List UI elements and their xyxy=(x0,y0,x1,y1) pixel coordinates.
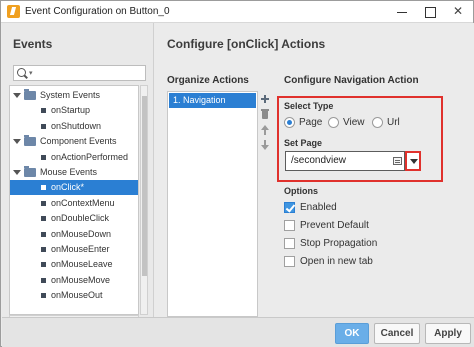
tree-item[interactable]: onContextMenu xyxy=(10,196,138,211)
tree-item[interactable]: onMouseMove xyxy=(10,273,138,288)
organize-actions-label: Organize Actions xyxy=(167,75,249,86)
tree-vertical-scrollbar[interactable] xyxy=(140,85,148,315)
ok-button[interactable]: OK xyxy=(335,323,369,344)
tree-item-label: onShutdown xyxy=(51,120,102,131)
events-panel: Events ▾ System Events onStartup onShutdow… xyxy=(2,23,154,323)
title-bar: Event Configuration on Button_0 ✕ xyxy=(1,1,473,23)
event-icon xyxy=(41,216,46,222)
tree-item-label: Component Events xyxy=(40,136,117,147)
enabled-checkbox[interactable] xyxy=(284,202,295,213)
chevron-down-icon[interactable] xyxy=(13,93,21,98)
tree-folder[interactable]: Mouse Events xyxy=(10,165,138,180)
arrow-down-icon[interactable] xyxy=(258,138,272,152)
events-tree: System Events onStartup onShutdown Componen… xyxy=(9,85,139,315)
event-icon xyxy=(41,293,46,299)
event-icon xyxy=(41,231,46,237)
folder-icon xyxy=(24,135,36,147)
action-item-navigation[interactable]: 1. Navigation xyxy=(169,93,256,108)
tree-item-label: onActionPerformed xyxy=(51,151,129,162)
event-icon xyxy=(41,247,46,252)
actions-list: 1. Navigation xyxy=(167,91,258,317)
actions-title: Configure [onClick] Actions xyxy=(167,37,326,51)
app-logo-icon xyxy=(7,5,20,18)
apply-button[interactable]: Apply xyxy=(425,323,471,344)
page-dropdown-button[interactable] xyxy=(405,151,421,171)
event-icon xyxy=(41,277,46,283)
select-type-label: Select Type xyxy=(284,101,334,111)
prevent-default-checkbox[interactable] xyxy=(284,220,295,231)
actions-panel: Configure [onClick] Actions Organize Act… xyxy=(155,23,474,317)
dialog-footer: OK Cancel Apply xyxy=(2,317,474,347)
event-configuration-window: Event Configuration on Button_0 ✕ Events… xyxy=(0,0,474,347)
maximize-icon[interactable] xyxy=(417,3,443,20)
folder-icon xyxy=(24,166,36,177)
page-path-value: /secondview xyxy=(291,155,347,166)
tree-item[interactable]: onStartup xyxy=(10,103,138,118)
event-icon xyxy=(41,200,46,206)
tree-item-label: onMouseOut xyxy=(51,290,103,301)
cancel-button[interactable]: Cancel xyxy=(374,323,420,344)
event-icon xyxy=(41,262,46,268)
options-label: Options xyxy=(284,186,318,196)
event-icon xyxy=(41,108,46,114)
tree-item-label: onDoubleClick xyxy=(51,213,110,224)
set-page-label: Set Page xyxy=(284,138,323,148)
tree-item[interactable]: onShutdown xyxy=(10,119,138,134)
tree-item[interactable]: onDoubleClick xyxy=(10,211,138,226)
open-new-tab-checkbox[interactable] xyxy=(284,256,295,267)
event-icon xyxy=(41,123,46,129)
chevron-down-icon[interactable]: ▾ xyxy=(29,69,33,77)
tree-item[interactable]: onMouseOut xyxy=(10,288,138,303)
stop-propagation-checkbox[interactable] xyxy=(284,238,295,249)
tree-item-label: onMouseEnter xyxy=(51,244,110,254)
folder-icon xyxy=(24,89,36,100)
tree-item-label: onContextMenu xyxy=(51,197,115,208)
search-icon xyxy=(17,68,26,77)
trash-icon[interactable] xyxy=(258,107,272,121)
tree-item[interactable]: onMouseEnter xyxy=(10,242,138,257)
tree-item[interactable]: onActionPerformed xyxy=(10,150,138,165)
arrow-up-icon[interactable] xyxy=(258,123,272,137)
tree-item[interactable]: onMouseDown xyxy=(10,227,138,242)
tree-item-label: System Events xyxy=(40,90,101,100)
tree-item-label: onStartup xyxy=(51,105,91,116)
events-search-input[interactable]: ▾ xyxy=(13,65,146,81)
event-icon xyxy=(41,154,46,160)
event-icon xyxy=(41,185,46,191)
events-title: Events xyxy=(13,37,53,51)
tree-item-label: onMouseMove xyxy=(51,274,111,285)
tree-item-label: onClick* xyxy=(51,182,85,193)
navigation-action-title: Configure Navigation Action xyxy=(284,75,419,86)
tree-item[interactable]: onClick* xyxy=(10,180,138,196)
page-path-input[interactable]: /secondview xyxy=(285,151,405,171)
tree-item[interactable]: onMouseLeave xyxy=(10,257,138,272)
minimize-icon[interactable] xyxy=(389,3,415,20)
page-browser-icon[interactable] xyxy=(393,157,402,165)
tree-item-label: onMouseLeave xyxy=(51,259,113,270)
close-icon[interactable]: ✕ xyxy=(445,3,471,20)
tree-folder[interactable]: System Events xyxy=(10,88,138,103)
tree-item-label: Mouse Events xyxy=(40,167,98,177)
window-title: Event Configuration on Button_0 xyxy=(25,6,170,17)
tree-item-label: onMouseDown xyxy=(51,228,112,239)
plus-icon[interactable] xyxy=(258,92,272,106)
chevron-down-icon[interactable] xyxy=(13,170,21,175)
chevron-down-icon[interactable] xyxy=(13,139,21,145)
tree-folder[interactable]: Component Events xyxy=(10,134,138,149)
